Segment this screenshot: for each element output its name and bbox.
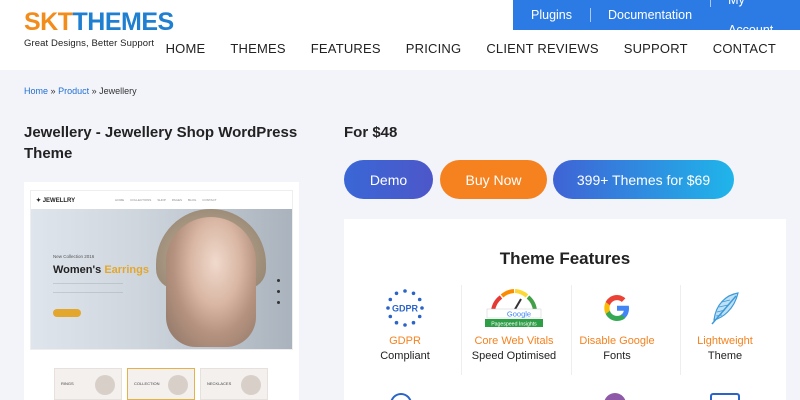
breadcrumb-separator: » [91, 86, 97, 96]
preview-navbar: ✦ JEWELLRY HOME COLLECTIONS SHOP PAGES B… [31, 191, 292, 209]
demo-button[interactable]: Demo [344, 160, 433, 199]
svg-text:GDPR: GDPR [392, 304, 419, 314]
preview-nav-link: PAGES [171, 198, 182, 202]
nav-item-support[interactable]: SUPPORT [624, 41, 688, 56]
preview-thumbnail[interactable]: NECKLACES [200, 368, 268, 400]
gdpr-icon: GDPR [350, 285, 460, 331]
nav-item-home[interactable]: HOME [166, 41, 206, 56]
feature-gdpr: GDPR GDPR Compliant [350, 285, 460, 362]
nav-item-contact[interactable]: CONTACT [713, 41, 776, 56]
feature-subtitle: Fonts [603, 350, 631, 362]
product-title: Jewellery - Jewellery Shop WordPress The… [24, 124, 298, 162]
preview-thumbnails: RINGS COLLECTION NECKLACES [54, 368, 268, 400]
bundle-offer-button[interactable]: 399+ Themes for $69 [553, 160, 734, 199]
breadcrumb-separator: » [50, 86, 56, 96]
preview-kicker: New Collection 2016 [53, 254, 95, 259]
buy-now-button[interactable]: Buy Now [440, 160, 547, 199]
nav-item-features[interactable]: FEATURES [311, 41, 381, 56]
preview-logo: ✦ JEWELLRY [36, 197, 76, 204]
feature-title: Core Web Vitals [474, 335, 554, 347]
logo-wordmark: SKTTHEMES [24, 8, 174, 36]
feature-subtitle: Theme [707, 350, 743, 362]
features-heading: Theme Features [499, 249, 631, 268]
breadcrumb: Home » Product » Jewellery [24, 86, 137, 96]
feather-icon [670, 285, 780, 331]
preview-nav-links: HOME COLLECTIONS SHOP PAGES BLOG CONTACT [115, 198, 216, 202]
breadcrumb-current: Jewellery [99, 86, 137, 96]
preview-nav-link: BLOG [187, 198, 197, 202]
feature-subtitle: Speed Optimised [471, 350, 557, 362]
topbar-link-my-account[interactable]: My Account [710, 0, 800, 45]
svg-text:Google: Google [507, 310, 531, 319]
breadcrumb-home[interactable]: Home [24, 86, 48, 96]
preview-cta-button [53, 309, 81, 317]
feature-title: Lightweight [697, 335, 753, 347]
theme-screenshot[interactable]: ✦ JEWELLRY HOME COLLECTIONS SHOP PAGES B… [30, 190, 293, 350]
topbar-link-plugins[interactable]: Plugins [513, 0, 590, 30]
feature-core-web-vitals: Google Pagespeed Insights Core Web Vital… [459, 285, 569, 362]
feature-subtitle: Compliant [380, 350, 430, 362]
features-next-row [344, 385, 786, 400]
nav-item-client-reviews[interactable]: CLIENT REVIEWS [486, 41, 598, 56]
theme-features-panel: Theme Features GDPR GDPR Compliant Googl… [344, 219, 786, 400]
preview-nav-link: HOME [115, 198, 125, 202]
nav-item-pricing[interactable]: PRICING [406, 41, 462, 56]
preview-nav-link: CONTACT [202, 198, 217, 202]
top-utility-bar: Plugins Documentation My Account [513, 0, 800, 37]
preview-headline: Women's Earrings [53, 264, 149, 276]
feature-lightweight: Lightweight Theme [670, 285, 780, 362]
feature-title: GDPR [389, 335, 421, 347]
topbar-link-documentation[interactable]: Documentation [590, 0, 710, 30]
preview-thumbnail[interactable]: COLLECTION [127, 368, 195, 400]
pagespeed-icon: Google Pagespeed Insights [459, 285, 569, 331]
google-icon [562, 285, 672, 331]
preview-body-text [53, 283, 123, 293]
model-portrait [166, 217, 256, 347]
nav-item-themes[interactable]: THEMES [230, 41, 285, 56]
main-nav: HOME THEMES FEATURES PRICING CLIENT REVI… [141, 41, 776, 56]
theme-preview-card: ✦ JEWELLRY HOME COLLECTIONS SHOP PAGES B… [24, 182, 299, 400]
partial-feature-icon [710, 393, 740, 400]
site-header: SKTTHEMES Great Designs, Better Support … [0, 0, 800, 70]
feature-title: Disable Google [579, 335, 655, 347]
feature-disable-google-fonts: Disable Google Fonts [562, 285, 672, 362]
preview-hero: New Collection 2016 Women's Earrings [31, 209, 292, 349]
breadcrumb-product[interactable]: Product [58, 86, 89, 96]
partial-feature-icon [604, 393, 626, 400]
product-price: For $48 [344, 124, 398, 141]
partial-feature-icon [390, 393, 412, 400]
preview-nav-link: SHOP [157, 198, 166, 202]
preview-nav-link: COLLECTIONS [130, 198, 152, 202]
preview-slider-dots [277, 279, 280, 304]
svg-text:Pagespeed Insights: Pagespeed Insights [491, 321, 537, 327]
preview-thumbnail[interactable]: RINGS [54, 368, 122, 400]
